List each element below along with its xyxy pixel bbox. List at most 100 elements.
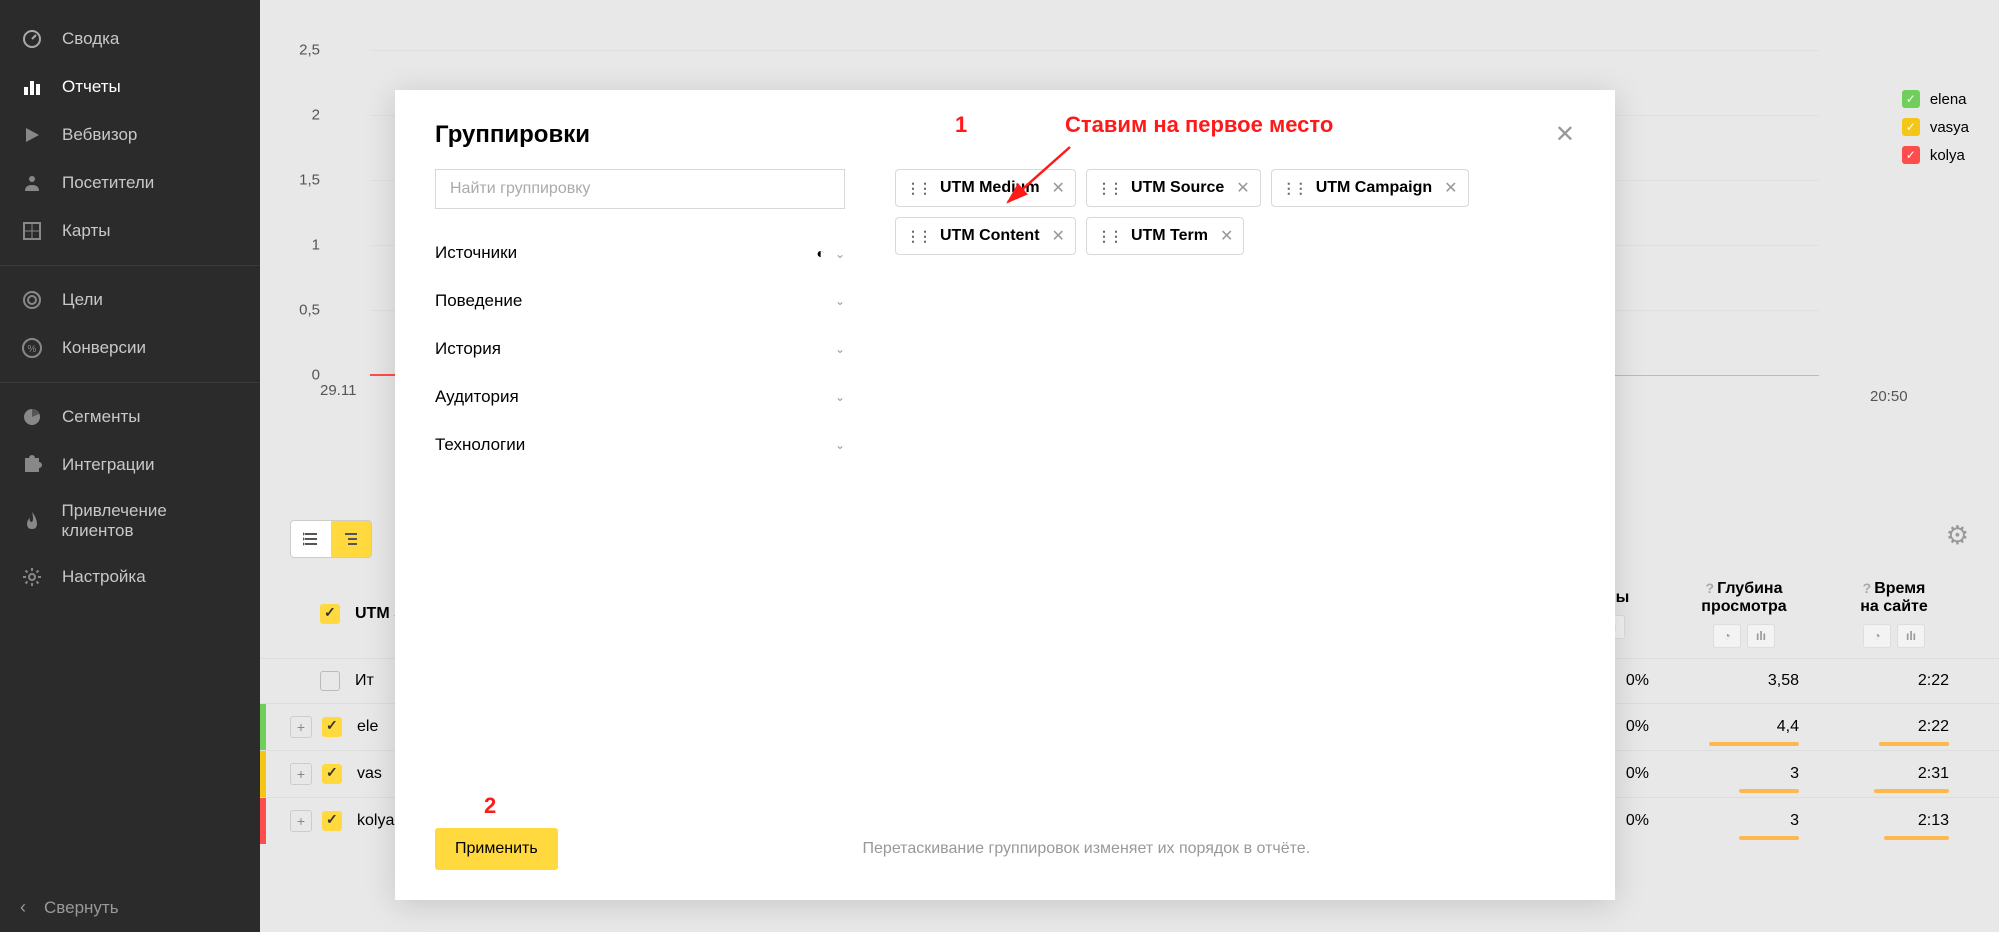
row-checkbox[interactable] [322,764,342,784]
chevron-left-icon: ‹ [20,897,26,918]
category-label: История [435,339,501,359]
tag-label: UTM Content [940,227,1040,245]
sidebar-item-webvisor[interactable]: Вебвизор [0,111,260,159]
sidebar-item-maps[interactable]: Карты [0,207,260,255]
row-expand-button[interactable]: + [290,763,312,785]
sidebar-item-label: Настройка [62,567,146,587]
column-header-time: Время [1874,580,1925,597]
view-toggle [290,520,372,558]
y-tick: 0,5 [299,302,320,319]
tag-remove-button[interactable]: ✕ [1220,226,1233,246]
row-color-bar [260,704,266,750]
pie-chart-button[interactable]: ◔ [1713,624,1741,648]
legend-label: vasya [1930,119,1969,136]
row-expand-button[interactable]: + [290,716,312,738]
bar-chart-button[interactable]: ılı [1897,624,1925,648]
drag-handle-icon[interactable]: ⋮⋮ [1097,180,1121,197]
half-filled-icon: ◐ [816,245,824,261]
legend-item[interactable]: ✓ kolya [1902,146,1969,164]
tag-remove-button[interactable]: ✕ [1052,226,1065,246]
pie-chart-button[interactable]: ◔ [1863,624,1891,648]
tag-utm-term[interactable]: ⋮⋮ UTM Term ✕ [1086,217,1244,255]
tag-label: UTM Source [1131,179,1224,197]
legend-item[interactable]: ✓ elena [1902,90,1969,108]
sidebar-item-reports[interactable]: Отчеты [0,63,260,111]
drag-handle-icon[interactable]: ⋮⋮ [906,228,930,245]
sidebar-item-settings[interactable]: Настройка [0,553,260,601]
view-tree-button[interactable] [331,521,371,557]
settings-button[interactable]: ⚙ [1946,520,1969,551]
column-header-depth-sub: просмотра [1701,598,1786,616]
tag-remove-button[interactable]: ✕ [1236,178,1249,198]
sidebar-collapse-button[interactable]: ‹ Свернуть [0,883,260,932]
cell-time: 2:13 [1819,812,1969,830]
sidebar-item-summary[interactable]: Сводка [0,15,260,63]
sidebar-item-label: Привлечение клиентов [62,501,240,541]
close-button[interactable]: ✕ [1555,120,1575,149]
chevron-down-icon: ⌄ [835,247,845,261]
modal-title: Группировки [435,121,590,149]
drag-handle-icon[interactable]: ⋮⋮ [1097,228,1121,245]
header-checkbox[interactable] [320,604,340,624]
category-label: Аудитория [435,387,519,407]
sidebar-item-goals[interactable]: Цели [0,276,260,324]
sidebar-item-label: Посетители [62,173,154,193]
sidebar-item-label: Цели [62,290,103,310]
category-history[interactable]: История ⌄ [435,325,845,373]
tag-label: UTM Campaign [1316,179,1432,197]
tag-utm-source[interactable]: ⋮⋮ UTM Source ✕ [1086,169,1261,207]
drag-handle-icon[interactable]: ⋮⋮ [1282,180,1306,197]
row-checkbox[interactable] [320,671,340,691]
pie-icon [20,405,44,429]
cell-depth: 4,4 [1669,718,1819,736]
chevron-down-icon: ⌄ [835,342,845,356]
view-toolbar [290,520,372,558]
bar-chart-button[interactable]: ılı [1747,624,1775,648]
cell-time: 2:22 [1819,718,1969,736]
help-icon[interactable]: ? [1706,580,1715,596]
row-checkbox[interactable] [322,811,342,831]
legend-item[interactable]: ✓ vasya [1902,118,1969,136]
category-behavior[interactable]: Поведение ⌄ [435,277,845,325]
legend-swatch-icon: ✓ [1902,146,1920,164]
column-header-time-sub: на сайте [1860,598,1928,616]
collapse-label: Свернуть [44,898,119,918]
category-audience[interactable]: Аудитория ⌄ [435,373,845,421]
sidebar-item-conversions[interactable]: % Конверсии [0,324,260,372]
legend-swatch-icon: ✓ [1902,90,1920,108]
category-technology[interactable]: Технологии ⌄ [435,421,845,469]
sidebar-item-label: Сегменты [62,407,140,427]
sidebar-item-label: Сводка [62,29,119,49]
x-axis-label: 20:50 [1870,388,1908,405]
sidebar-item-acquisition[interactable]: Привлечение клиентов [0,489,260,553]
sidebar-item-integrations[interactable]: Интеграции [0,441,260,489]
drag-handle-icon[interactable]: ⋮⋮ [906,180,930,197]
view-list-button[interactable] [291,521,331,557]
chevron-down-icon: ⌄ [835,390,845,404]
tag-utm-campaign[interactable]: ⋮⋮ UTM Campaign ✕ [1271,169,1469,207]
flame-icon [20,509,44,533]
category-label: Поведение [435,291,522,311]
annotation-text-1: Ставим на первое место [1065,112,1333,138]
category-label: Источники [435,243,517,263]
help-icon[interactable]: ? [1863,580,1872,596]
tag-utm-content[interactable]: ⋮⋮ UTM Content ✕ [895,217,1076,255]
row-color-bar [260,751,266,797]
grid-icon [20,219,44,243]
apply-button[interactable]: Применить [435,828,558,870]
search-input[interactable] [435,169,845,209]
chevron-down-icon: ⌄ [835,438,845,452]
row-color-bar [260,798,266,844]
sidebar-item-visitors[interactable]: Посетители [0,159,260,207]
y-tick: 1,5 [299,172,320,189]
y-tick: 1 [312,237,320,254]
row-checkbox[interactable] [322,717,342,737]
sidebar-item-label: Вебвизор [62,125,137,145]
sidebar-item-segments[interactable]: Сегменты [0,393,260,441]
tag-remove-button[interactable]: ✕ [1444,178,1457,198]
chevron-down-icon: ⌄ [835,294,845,308]
y-tick: 2,5 [299,42,320,59]
category-sources[interactable]: Источники ◐ ⌄ [435,229,845,277]
row-expand-button[interactable]: + [290,810,312,832]
user-icon [20,171,44,195]
